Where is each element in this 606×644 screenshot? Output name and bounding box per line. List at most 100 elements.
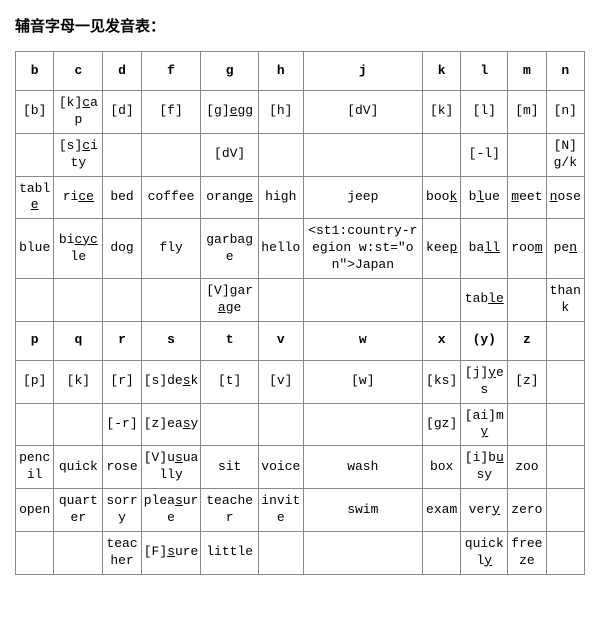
table-row: open quarter sorry pleasure teacher invi… — [16, 489, 585, 532]
page-title: 辅音字母一见发音表： — [15, 15, 591, 36]
cell — [103, 279, 141, 322]
cell: wash — [303, 446, 422, 489]
cell: rice — [54, 176, 103, 219]
cell: [d] — [103, 91, 141, 134]
cell: [dV] — [303, 91, 422, 134]
cell: [s]city — [54, 133, 103, 176]
table-row: table rice bed coffee orange high jeep b… — [16, 176, 585, 219]
table-row: blue bicycle dog fly garbage hello <st1:… — [16, 219, 585, 279]
cell: [dV] — [201, 133, 259, 176]
table-row: [-r] [z]easy [gz] [ai]my — [16, 403, 585, 446]
header-cell — [546, 321, 584, 360]
cell: [l] — [461, 91, 508, 134]
table-row: teacher [F]sure little quickly freeze — [16, 531, 585, 574]
cell — [546, 403, 584, 446]
cell: bed — [103, 176, 141, 219]
cell — [303, 133, 422, 176]
cell — [546, 531, 584, 574]
header-cell: r — [103, 321, 141, 360]
header-cell: h — [258, 52, 303, 91]
cell — [546, 446, 584, 489]
consonant-table: b c d f g h j k l m n [b] [k]cap [d] [f]… — [15, 51, 585, 575]
cell — [54, 531, 103, 574]
cell: quickly — [461, 531, 508, 574]
cell: [f] — [141, 91, 201, 134]
cell: [-l] — [461, 133, 508, 176]
cell — [103, 133, 141, 176]
cell — [303, 531, 422, 574]
cell — [303, 279, 422, 322]
cell: zero — [508, 489, 546, 532]
cell: [ai]my — [461, 403, 508, 446]
cell — [422, 279, 460, 322]
cell: [b] — [16, 91, 54, 134]
cell: voice — [258, 446, 303, 489]
cell: [k] — [54, 360, 103, 403]
header-cell: g — [201, 52, 259, 91]
cell: freeze — [508, 531, 546, 574]
cell: [z]easy — [141, 403, 201, 446]
cell — [258, 279, 303, 322]
cell: thank — [546, 279, 584, 322]
header-cell: c — [54, 52, 103, 91]
cell: pencil — [16, 446, 54, 489]
header-cell: m — [508, 52, 546, 91]
cell: [gz] — [422, 403, 460, 446]
cell: [p] — [16, 360, 54, 403]
cell: little — [201, 531, 259, 574]
cell — [258, 403, 303, 446]
header-cell: l — [461, 52, 508, 91]
cell: [N]g/k — [546, 133, 584, 176]
cell: teacher — [103, 531, 141, 574]
header-cell: n — [546, 52, 584, 91]
cell: [w] — [303, 360, 422, 403]
table-row: [p] [k] [r] [s]desk [t] [v] [w] [ks] [j]… — [16, 360, 585, 403]
cell — [54, 403, 103, 446]
cell — [508, 403, 546, 446]
cell: [t] — [201, 360, 259, 403]
cell: table — [16, 176, 54, 219]
header-cell: f — [141, 52, 201, 91]
header-cell: t — [201, 321, 259, 360]
cell: meet — [508, 176, 546, 219]
header-cell: d — [103, 52, 141, 91]
cell: [r] — [103, 360, 141, 403]
cell: quarter — [54, 489, 103, 532]
cell — [258, 531, 303, 574]
cell: invite — [258, 489, 303, 532]
cell — [141, 133, 201, 176]
cell: bicycle — [54, 219, 103, 279]
cell: [k] — [422, 91, 460, 134]
header-cell: x — [422, 321, 460, 360]
cell: open — [16, 489, 54, 532]
cell — [303, 403, 422, 446]
cell: box — [422, 446, 460, 489]
cell — [201, 403, 259, 446]
cell: pleasure — [141, 489, 201, 532]
cell: [i]busy — [461, 446, 508, 489]
table-row: p q r s t v w x (y) z — [16, 321, 585, 360]
header-cell: z — [508, 321, 546, 360]
header-cell: p — [16, 321, 54, 360]
cell: blue — [461, 176, 508, 219]
table-row: [s]city [dV] [-l] [N]g/k — [16, 133, 585, 176]
header-cell: j — [303, 52, 422, 91]
cell — [546, 489, 584, 532]
cell: [F]sure — [141, 531, 201, 574]
cell: coffee — [141, 176, 201, 219]
cell: [h] — [258, 91, 303, 134]
cell: swim — [303, 489, 422, 532]
cell: fly — [141, 219, 201, 279]
cell: [v] — [258, 360, 303, 403]
cell: zoo — [508, 446, 546, 489]
cell: [-r] — [103, 403, 141, 446]
cell: [m] — [508, 91, 546, 134]
cell: keep — [422, 219, 460, 279]
cell — [16, 531, 54, 574]
cell — [16, 403, 54, 446]
cell: blue — [16, 219, 54, 279]
cell: sit — [201, 446, 259, 489]
cell: ball — [461, 219, 508, 279]
cell — [16, 279, 54, 322]
header-cell: v — [258, 321, 303, 360]
